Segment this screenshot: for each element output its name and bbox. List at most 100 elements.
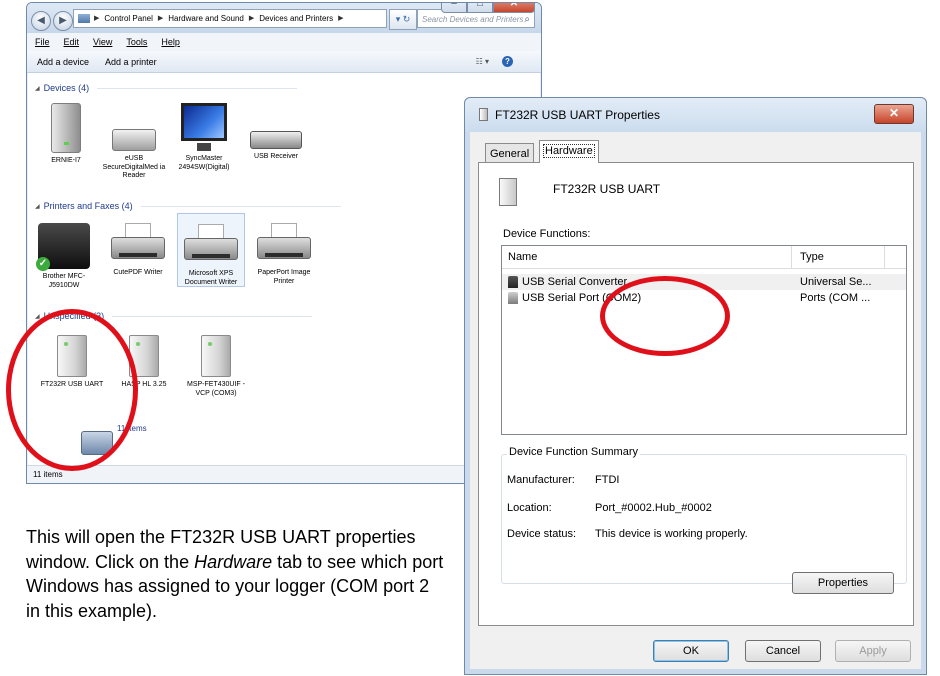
default-printer-check-icon: ✓ <box>36 257 50 271</box>
usb-device-icon <box>479 108 488 121</box>
device-status-field: Device status: This device is working pr… <box>507 528 748 540</box>
table-row[interactable]: USB Serial Converter Universal Se... <box>502 274 906 290</box>
manufacturer-field: Manufacturer: FTDI <box>507 474 619 486</box>
address-bar[interactable]: ▶ Control Panel ▶ Hardware and Sound ▶ D… <box>73 9 387 28</box>
device-label: SyncMaster 2494SW(Digital) <box>178 155 230 171</box>
refresh-icon[interactable]: ▾ ↻ <box>389 9 417 30</box>
manufacturer-label: Manufacturer: <box>507 474 575 486</box>
menu-file[interactable]: File <box>35 33 50 51</box>
group-divider <box>140 205 341 207</box>
unspecified-item[interactable]: MSP-FET430UIF - VCP (COM3) <box>183 335 249 398</box>
device-name: FT232R USB UART <box>553 182 661 196</box>
breadcrumb-arrow-icon: ▶ <box>248 15 255 22</box>
group-printers[interactable]: ◢ Printers and Faxes (4) <box>35 201 341 211</box>
dialog-titlebar: FT232R USB UART Properties ✕ <box>465 98 926 132</box>
add-device-button[interactable]: Add a device <box>37 51 89 72</box>
close-icon[interactable]: ✕ <box>493 3 535 13</box>
back-icon[interactable]: ◀ <box>31 11 51 31</box>
printer-item[interactable]: CutePDF Writer <box>105 219 171 278</box>
menu-tools[interactable]: Tools <box>126 33 147 51</box>
monitor-icon <box>181 103 227 141</box>
location-field: Location: Port_#0002.Hub_#0002 <box>507 502 712 514</box>
device-item[interactable]: eUSB SecureDigitalMed ia Reader <box>101 103 167 181</box>
apply-button[interactable]: Apply <box>835 640 911 662</box>
table-row[interactable]: USB Serial Port (COM2) Ports (COM ... <box>502 290 906 306</box>
printer-item[interactable]: PaperPort Image Printer <box>251 219 317 286</box>
unspecified-item[interactable]: FT232R USB UART <box>39 335 105 390</box>
location-value: Port_#0002.Hub_#0002 <box>595 502 712 514</box>
menu-help[interactable]: Help <box>161 33 180 51</box>
tab-hardware[interactable]: Hardware <box>539 140 599 163</box>
cancel-button[interactable]: Cancel <box>745 640 821 662</box>
usb-device-icon <box>129 335 159 377</box>
control-panel-icon <box>78 14 90 23</box>
ok-button[interactable]: OK <box>653 640 729 662</box>
caption-emphasis: Hardware <box>194 551 273 572</box>
tab-general[interactable]: General <box>485 143 535 163</box>
serial-port-icon <box>508 292 518 304</box>
card-reader-icon <box>112 129 156 151</box>
device-item[interactable]: USB Receiver <box>243 103 309 162</box>
column-name[interactable]: Name <box>508 246 537 268</box>
menu-view[interactable]: View <box>93 33 112 51</box>
group-unspecified[interactable]: ◢ Unspecified (3) <box>35 311 313 321</box>
minimize-icon[interactable]: – <box>441 3 467 13</box>
device-functions-list[interactable]: Name Type USB Serial Converter Universal… <box>501 245 907 435</box>
group-devices-label: Devices (4) <box>43 83 90 93</box>
breadcrumb-arrow-icon: ▶ <box>94 15 100 22</box>
unspecified-item[interactable]: HASP HL 3.25 <box>111 335 177 390</box>
breadcrumb-arrow-icon: ▶ <box>338 15 344 22</box>
row-name: USB Serial Port (COM2) <box>522 292 642 304</box>
printer-icon <box>184 224 238 266</box>
forward-icon[interactable]: ▶ <box>53 11 73 31</box>
device-item[interactable]: SyncMaster 2494SW(Digital) <box>171 103 237 172</box>
multifunction-printer-icon: ✓ <box>36 223 90 271</box>
manufacturer-value: FTDI <box>595 474 620 486</box>
collapse-triangle-icon[interactable]: ◢ <box>35 85 40 92</box>
views-icon[interactable]: ☷ ▾ <box>476 51 489 73</box>
close-icon[interactable]: ✕ <box>874 104 914 124</box>
usb-plug-icon <box>508 276 518 288</box>
caption-buttons: – □ ✕ <box>441 3 535 13</box>
breadcrumb-control-panel[interactable]: Control Panel <box>104 9 152 28</box>
explorer-command-bar: Add a device Add a printer ☷ ▾ ? <box>27 51 541 73</box>
search-placeholder: Search Devices and Printers <box>422 15 524 24</box>
device-status-value: This device is working properly. <box>595 528 748 540</box>
group-divider <box>97 87 298 89</box>
properties-button[interactable]: Properties <box>792 572 894 594</box>
properties-dialog: FT232R USB UART Properties ✕ General Har… <box>464 97 927 675</box>
details-item-count: 11 items <box>117 424 147 433</box>
tab-general-label: General <box>490 148 530 160</box>
printer-label: Microsoft XPS Document Writer <box>184 270 238 286</box>
collapse-triangle-icon[interactable]: ◢ <box>35 203 40 210</box>
device-functions-label: Device Functions: <box>503 228 591 240</box>
breadcrumb-devices-and-printers[interactable]: Devices and Printers <box>259 9 333 28</box>
device-item[interactable]: ERNIE-I7 <box>33 103 99 166</box>
breadcrumb-arrow-icon: ▶ <box>157 15 164 22</box>
instruction-caption: This will open the FT232R USB UART prope… <box>26 525 446 623</box>
collapse-triangle-icon[interactable]: ◢ <box>35 313 40 320</box>
usb-device-icon <box>201 335 231 377</box>
keyboard-icon <box>250 131 302 149</box>
explorer-menubar: File Edit View Tools Help <box>27 33 541 51</box>
column-type[interactable]: Type <box>800 246 824 268</box>
usb-device-icon <box>499 178 517 206</box>
location-label: Location: <box>507 502 552 514</box>
printer-icon <box>257 223 311 265</box>
printer-label: CutePDF Writer <box>113 269 163 276</box>
printer-label: PaperPort Image Printer <box>257 269 311 285</box>
add-printer-button[interactable]: Add a printer <box>105 51 157 72</box>
printer-item[interactable]: Microsoft XPS Document Writer <box>177 213 245 287</box>
usb-device-icon <box>57 335 87 377</box>
device-label: ERNIE-I7 <box>51 157 81 164</box>
help-icon[interactable]: ? <box>502 56 513 67</box>
group-devices[interactable]: ◢ Devices (4) <box>35 83 298 93</box>
maximize-icon[interactable]: □ <box>467 3 493 13</box>
monitor-stand <box>197 143 211 151</box>
summary-title: Device Function Summary <box>507 446 640 458</box>
status-item-count: 11 items <box>33 470 63 479</box>
printer-icon <box>111 223 165 265</box>
menu-edit[interactable]: Edit <box>64 33 80 51</box>
printer-item[interactable]: ✓ Brother MFC-J5910DW <box>31 223 97 290</box>
breadcrumb-hardware-and-sound[interactable]: Hardware and Sound <box>168 9 244 28</box>
